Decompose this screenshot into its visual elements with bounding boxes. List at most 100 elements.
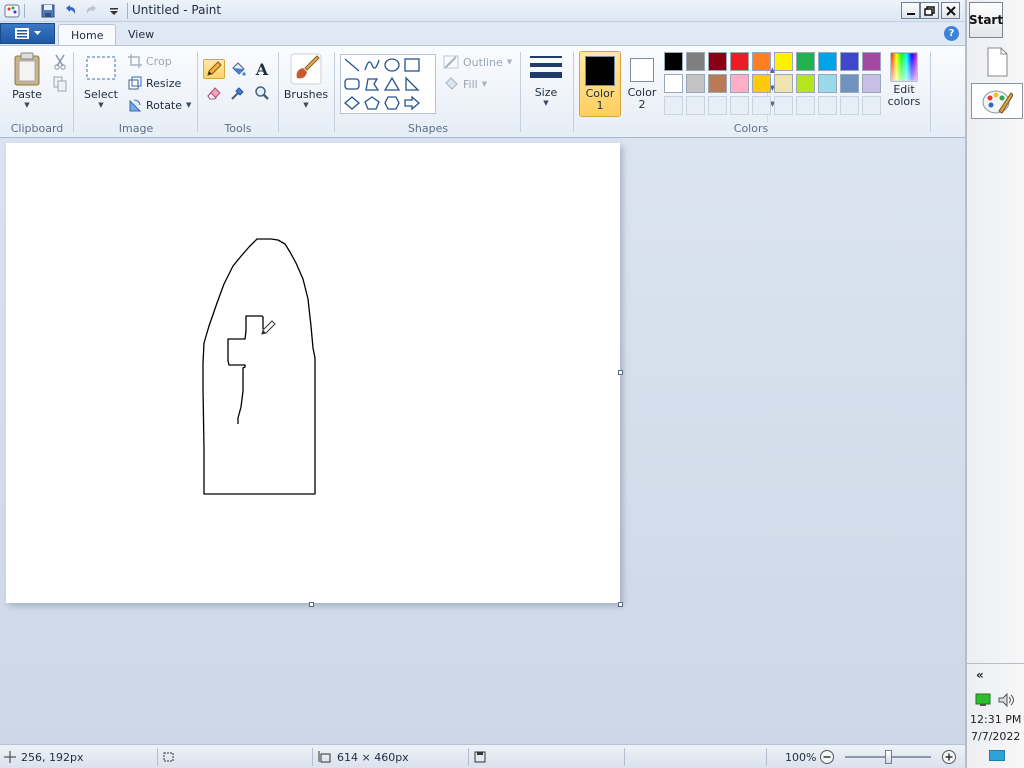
select-label: Select <box>84 88 118 101</box>
triangle-shape-icon[interactable] <box>383 76 401 92</box>
tab-view[interactable]: View <box>116 24 166 46</box>
save-icon[interactable] <box>40 3 56 19</box>
line-shape-icon[interactable] <box>343 57 361 73</box>
color-picker-icon[interactable] <box>227 83 249 103</box>
arrow-shape-icon[interactable] <box>403 95 421 111</box>
palette-swatch[interactable] <box>730 96 749 115</box>
palette-swatch[interactable] <box>840 52 859 71</box>
clipboard-icon <box>14 52 40 86</box>
palette-swatch[interactable] <box>686 74 705 93</box>
palette-swatch[interactable] <box>708 52 727 71</box>
palette-swatch[interactable] <box>664 52 683 71</box>
palette-swatch[interactable] <box>862 52 881 71</box>
palette-swatch[interactable] <box>840 96 859 115</box>
eraser-icon[interactable] <box>203 83 225 103</box>
paint-app-icon <box>982 90 1013 114</box>
disk-icon <box>474 751 486 763</box>
taskbar-item-blank-document[interactable] <box>971 44 1023 80</box>
redo-icon[interactable] <box>84 3 100 19</box>
paint-app-icon[interactable] <box>4 3 20 19</box>
network-icon[interactable] <box>975 693 991 710</box>
selection-size <box>162 748 176 766</box>
text-tool-icon[interactable]: A <box>251 59 273 79</box>
brush-icon <box>290 53 322 85</box>
help-icon[interactable]: ? <box>944 26 959 41</box>
show-hidden-icons-button[interactable]: « <box>976 668 984 682</box>
canvas-resize-handle-right[interactable] <box>618 370 623 375</box>
cut-icon[interactable] <box>49 52 71 72</box>
zoom-in-button[interactable] <box>941 748 957 766</box>
close-button[interactable] <box>941 2 960 19</box>
copy-icon[interactable] <box>49 74 71 94</box>
edit-colors-button[interactable]: Edit colors <box>884 52 924 108</box>
palette-swatch[interactable] <box>708 96 727 115</box>
palette-swatch[interactable] <box>840 74 859 93</box>
minimize-button[interactable] <box>901 2 920 19</box>
palette-swatch[interactable] <box>818 74 837 93</box>
size-button[interactable]: Size ▼ <box>526 54 566 107</box>
crosshair-icon <box>4 751 16 763</box>
outline-button[interactable]: Outline ▼ <box>443 53 512 71</box>
palette-swatch[interactable] <box>730 52 749 71</box>
canvas-resize-handle-corner[interactable] <box>618 602 623 607</box>
fill-button[interactable]: Fill ▼ <box>443 75 487 93</box>
curve-shape-icon[interactable] <box>363 57 381 73</box>
pencil-tool-icon[interactable] <box>203 59 225 79</box>
zoom-slider-thumb[interactable] <box>885 750 892 764</box>
clock-date[interactable]: 7/7/2022 <box>971 730 1020 743</box>
rotate-button[interactable]: Rotate ▼ <box>128 96 191 114</box>
tab-home[interactable]: Home <box>58 24 117 46</box>
palette-swatch[interactable] <box>796 52 815 71</box>
oval-shape-icon[interactable] <box>383 57 401 73</box>
select-button[interactable]: Select ▼ <box>80 54 122 109</box>
zoom-out-button[interactable] <box>819 748 835 766</box>
palette-swatch[interactable] <box>774 96 793 115</box>
canvas-size-icon <box>318 751 331 763</box>
ribbon: Paste ▼ Clipboard Select ▼ Crop Resize R… <box>0 45 965 138</box>
palette-swatch[interactable] <box>686 52 705 71</box>
drawing-canvas[interactable] <box>6 143 620 603</box>
palette-swatch[interactable] <box>686 96 705 115</box>
show-desktop-button[interactable] <box>989 750 1005 761</box>
canvas-resize-handle-bottom[interactable] <box>309 602 314 607</box>
palette-swatch[interactable] <box>818 52 837 71</box>
polygon-shape-icon[interactable] <box>363 76 381 92</box>
palette-swatch[interactable] <box>752 74 771 93</box>
rectangle-shape-icon[interactable] <box>403 57 421 73</box>
magnifier-icon[interactable] <box>251 83 273 103</box>
color2-button[interactable]: Color 2 <box>623 51 661 117</box>
brushes-button[interactable]: Brushes ▼ <box>283 52 329 109</box>
clock-time[interactable]: 12:31 PM <box>970 713 1021 726</box>
taskbar-item-paint[interactable] <box>971 83 1023 119</box>
palette-swatch[interactable] <box>774 74 793 93</box>
maximize-button[interactable] <box>920 2 939 19</box>
palette-swatch[interactable] <box>708 74 727 93</box>
palette-swatch[interactable] <box>664 96 683 115</box>
palette-swatch[interactable] <box>862 96 881 115</box>
volume-icon[interactable] <box>998 692 1016 710</box>
customize-quick-access-icon[interactable] <box>106 3 122 19</box>
palette-swatch[interactable] <box>752 96 771 115</box>
right-triangle-shape-icon[interactable] <box>403 76 421 92</box>
paint-menu-button[interactable] <box>0 23 55 44</box>
palette-swatch[interactable] <box>730 74 749 93</box>
resize-button[interactable]: Resize <box>128 74 181 92</box>
palette-swatch[interactable] <box>774 52 793 71</box>
diamond-shape-icon[interactable] <box>343 95 361 111</box>
zoom-slider[interactable] <box>845 748 931 766</box>
pentagon-shape-icon[interactable] <box>363 95 381 111</box>
palette-swatch[interactable] <box>796 74 815 93</box>
rounded-rectangle-shape-icon[interactable] <box>343 76 361 92</box>
palette-swatch[interactable] <box>664 74 683 93</box>
palette-swatch[interactable] <box>818 96 837 115</box>
start-button[interactable]: Start <box>969 2 1003 38</box>
palette-swatch[interactable] <box>752 52 771 71</box>
palette-swatch[interactable] <box>862 74 881 93</box>
hexagon-shape-icon[interactable] <box>383 95 401 111</box>
fill-bucket-icon[interactable] <box>227 59 249 79</box>
undo-icon[interactable] <box>62 3 78 19</box>
crop-button[interactable]: Crop <box>128 52 172 70</box>
paste-button[interactable]: Paste ▼ <box>8 52 46 109</box>
palette-swatch[interactable] <box>796 96 815 115</box>
color1-button[interactable]: Color 1 <box>579 51 621 117</box>
